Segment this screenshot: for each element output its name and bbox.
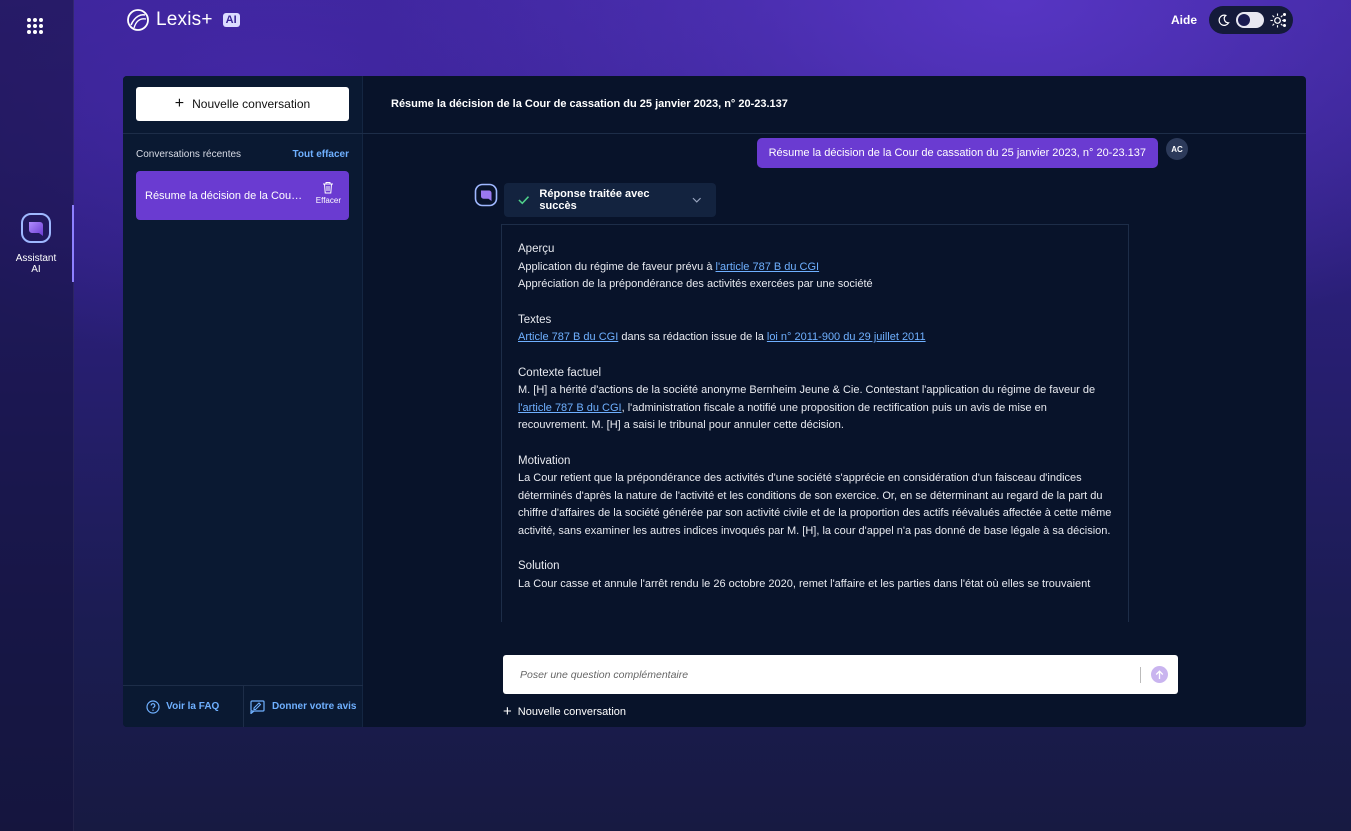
conversation-main: Résume la décision de la Cour de cassati… — [363, 76, 1306, 727]
lexis-globe-icon — [127, 9, 149, 31]
apercu-line-1: Application du régime de faveur prévu à … — [518, 259, 1112, 277]
ai-assistant-icon — [21, 213, 51, 243]
delete-conversation-button[interactable]: Effacer — [316, 181, 341, 205]
answer-section-apercu: Aperçu Application du régime de faveur p… — [518, 241, 1112, 294]
section-title: Textes — [518, 313, 552, 326]
solution-text: La Cour casse et annule l'arrêt rendu le… — [518, 577, 1091, 590]
bottom-new-conversation-button[interactable]: + Nouvelle conversation — [503, 704, 626, 719]
apercu-line-2: Appréciation de la prépondérance des act… — [518, 278, 873, 290]
recent-conversations-title: Conversations récentes — [136, 149, 242, 160]
bottom-new-conversation-label: Nouvelle conversation — [517, 705, 626, 718]
new-conversation-label: Nouvelle conversation — [192, 97, 311, 111]
section-title: Contexte factuel — [518, 366, 602, 379]
conversation-item[interactable]: Résume la décision de la Cour de cassati… — [136, 171, 349, 220]
chevron-down-icon — [693, 197, 702, 203]
section-title: Solution — [518, 560, 560, 572]
rail-assistant-label: Assistant AI — [15, 253, 57, 275]
top-right-controls: Aide — [1171, 6, 1293, 34]
loi-2011-900-link[interactable]: loi n° 2011-900 du 29 juillet 2011 — [767, 331, 926, 343]
brand-logo[interactable]: Lexis+ AI — [126, 8, 240, 32]
recent-conversations-header: Conversations récentes Tout effacer — [136, 149, 349, 160]
follow-up-input[interactable] — [520, 668, 1130, 681]
response-status-toggle[interactable]: Réponse traitée avec succès — [504, 183, 716, 217]
section-title: Motivation — [518, 454, 571, 467]
conversation-title: Résume la décision de la Cour de cassati… — [391, 98, 788, 110]
answer-section-textes: Textes Article 787 B du CGI dans sa réda… — [518, 312, 1112, 347]
conversation-sidebar: + Nouvelle conversation Conversations ré… — [123, 76, 363, 727]
faq-label: Voir la FAQ — [166, 701, 220, 712]
rail-item-assistant-ai[interactable]: Assistant AI — [0, 205, 74, 282]
sidebar-footer: Voir la FAQ Donner votre avis — [123, 685, 363, 727]
section-title: Aperçu — [518, 243, 555, 255]
feedback-label: Donner votre avis — [272, 701, 357, 712]
question-circle-icon — [146, 699, 160, 714]
clear-all-link[interactable]: Tout effacer — [293, 149, 350, 160]
answer-section-solution: Solution La Cour casse et annule l'arrêt… — [518, 558, 1112, 593]
textes-line: Article 787 B du CGI dans sa rédaction i… — [518, 329, 1112, 347]
textes-text: dans sa rédaction issue de la — [618, 331, 767, 343]
plus-icon: + — [503, 703, 512, 720]
article-787b-link[interactable]: l'article 787 B du CGI — [518, 402, 622, 414]
brand-ai-tag: AI — [222, 13, 240, 27]
ai-assistant-icon — [474, 183, 498, 207]
send-button[interactable] — [1151, 666, 1168, 683]
answer-section-contexte: Contexte factuel M. [H] a hérité d'actio… — [518, 365, 1112, 435]
article-787b-cgi-link[interactable]: Article 787 B du CGI — [518, 331, 618, 343]
theme-switch[interactable] — [1236, 12, 1264, 28]
user-message: Résume la décision de la Cour de cassati… — [756, 138, 1158, 168]
user-avatar: AC — [1166, 138, 1188, 160]
motivation-text: La Cour retient que la prépondérance des… — [518, 472, 1112, 537]
feedback-icon — [250, 699, 265, 714]
article-787b-link[interactable]: l'article 787 B du CGI — [716, 261, 820, 273]
faq-button[interactable]: Voir la FAQ — [123, 686, 244, 727]
sidebar-divider — [123, 133, 363, 134]
assistant-panel: + Nouvelle conversation Conversations ré… — [123, 76, 1306, 727]
conversation-item-label: Résume la décision de la Cour de cassati… — [145, 189, 305, 202]
response-status-label: Réponse traitée avec succès — [539, 188, 650, 212]
new-conversation-button[interactable]: + Nouvelle conversation — [136, 87, 349, 121]
answer-content: Aperçu Application du régime de faveur p… — [501, 224, 1129, 622]
theme-toggle-group — [1209, 6, 1293, 34]
plus-icon: + — [174, 95, 185, 112]
left-rail: Assistant AI — [0, 0, 74, 831]
app-grid-icon[interactable] — [27, 18, 43, 34]
input-separator — [1140, 666, 1141, 683]
contexte-text-pre: M. [H] a hérité d'actions de la société … — [518, 384, 1096, 396]
more-options-icon[interactable] — [1283, 13, 1287, 27]
apercu-text: Application du régime de faveur prévu à — [518, 260, 716, 273]
help-link[interactable]: Aide — [1171, 13, 1197, 27]
moon-icon — [1218, 14, 1230, 26]
contexte-text: M. [H] a hérité d'actions de la société … — [518, 382, 1112, 435]
delete-conversation-label: Effacer — [315, 196, 341, 205]
brand-name: Lexis+ — [156, 9, 213, 30]
arrow-up-icon — [1155, 669, 1164, 679]
answer-section-motivation: Motivation La Cour retient que la prépon… — [518, 453, 1112, 541]
feedback-button[interactable]: Donner votre avis — [244, 686, 364, 727]
follow-up-question-box — [503, 655, 1178, 694]
trash-icon — [323, 182, 334, 194]
check-icon — [518, 196, 530, 205]
main-divider — [363, 133, 1306, 134]
